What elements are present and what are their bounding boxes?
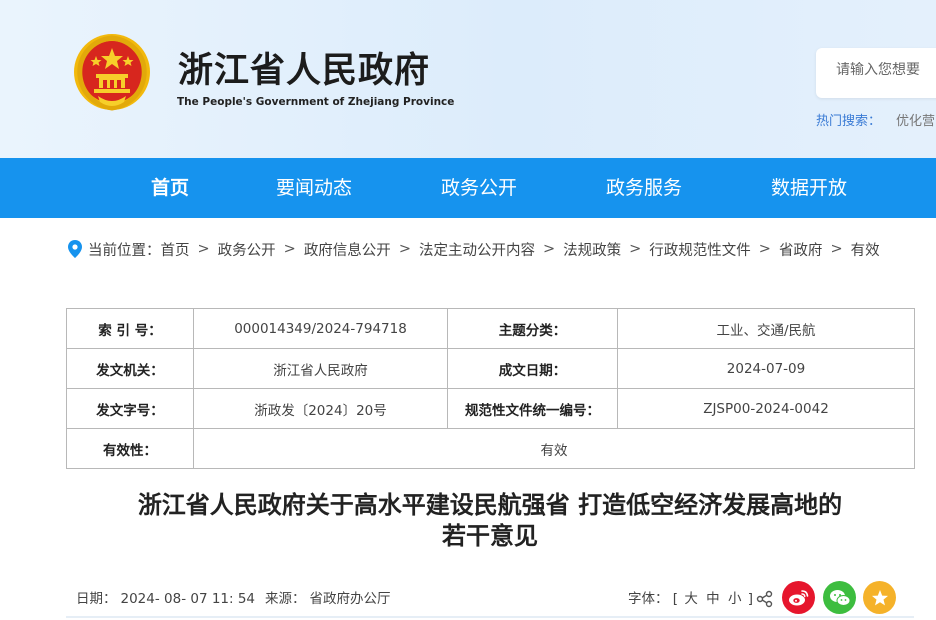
font-size-switcher: 字体： [ 大 中 小 ] [628, 587, 753, 607]
nav-item-news[interactable]: 要闻动态 [276, 158, 352, 218]
date-label: 日期： [76, 591, 117, 607]
validity-label: 有效性： [66, 428, 194, 469]
index-number-value: 000014349/2024-794718 [193, 308, 448, 349]
breadcrumb-normative-docs[interactable]: 行政规范性文件 [649, 239, 751, 260]
breadcrumb-separator: > [197, 241, 210, 257]
article-title-line-2: 若干意见 [442, 522, 538, 550]
wechat-icon [829, 589, 850, 606]
breadcrumb-gov-affairs-public[interactable]: 政务公开 [218, 239, 276, 260]
breadcrumb: 当前位置： 首页 > 政务公开 > 政府信息公开 > 法定主动公开内容 > 法规… [68, 238, 880, 260]
unified-code-label: 规范性文件统一编号： [447, 388, 618, 429]
table-row: 发文机关： 浙江省人民政府 成文日期： 2024-07-09 [66, 348, 915, 389]
site-title[interactable]: 浙江省人民政府 [178, 42, 430, 93]
topic-value: 工业、交通/民航 [617, 308, 915, 349]
font-size-medium-button[interactable]: 中 [706, 591, 720, 607]
table-row: 有效性： 有效 [66, 428, 915, 469]
breadcrumb-separator: > [830, 241, 843, 257]
written-date-label: 成文日期： [447, 348, 618, 389]
breadcrumb-separator: > [542, 241, 556, 257]
source-value: 省政府办公厅 [309, 591, 391, 607]
site-header: 浙江省人民政府 The People's Government of Zheji… [0, 0, 936, 158]
favorite-button[interactable] [863, 581, 896, 614]
index-number-label: 索 引 号： [66, 308, 194, 349]
nav-item-home[interactable]: 首页 [151, 158, 189, 218]
article-title: 浙江省人民政府关于高水平建设民航强省 打造低空经济发展高地的 若干意见 [66, 490, 914, 552]
issuer-label: 发文机关： [66, 348, 194, 389]
national-emblem-icon[interactable] [72, 32, 152, 112]
issuer-value: 浙江省人民政府 [193, 348, 448, 389]
breadcrumb-prefix: 当前位置： [88, 242, 161, 259]
breadcrumb-home[interactable]: 首页 [161, 239, 190, 260]
article-meta: 日期： 2024- 08- 07 11: 54 来源： 省政府办公厅 [76, 587, 395, 607]
main-nav: 首页 要闻动态 政务公开 政务服务 数据开放 [0, 158, 936, 218]
unified-code-value: ZJSP00-2024-0042 [617, 388, 915, 429]
validity-value: 有效 [193, 428, 915, 469]
article-title-line-1: 浙江省人民政府关于高水平建设民航强省 打造低空经济发展高地的 [137, 491, 843, 519]
search-input[interactable] [836, 62, 936, 78]
source-label: 来源： [265, 591, 306, 607]
hot-search-item[interactable]: 优化营 [896, 110, 935, 129]
breadcrumb-separator: > [758, 241, 771, 257]
breadcrumb-regulations[interactable]: 法规政策 [563, 239, 621, 260]
location-pin-icon [68, 240, 82, 258]
font-size-small-button[interactable]: 小 [728, 591, 742, 607]
document-info-table: 索 引 号： 000014349/2024-794718 主题分类： 工业、交通… [66, 308, 915, 469]
search-box [816, 48, 936, 98]
weibo-icon [788, 589, 808, 605]
breadcrumb-valid[interactable]: 有效 [851, 239, 880, 260]
wechat-share-button[interactable] [823, 581, 856, 614]
site-subtitle: The People's Government of Zhejiang Prov… [177, 96, 455, 108]
breadcrumb-separator: > [398, 241, 411, 257]
weibo-share-button[interactable] [782, 581, 815, 614]
nav-item-gov-affairs-public[interactable]: 政务公开 [441, 158, 517, 218]
font-size-bracket-open: [ [672, 591, 679, 607]
document-number-value: 浙政发〔2024〕20号 [193, 388, 448, 429]
breadcrumb-separator: > [283, 241, 296, 257]
star-icon [871, 589, 888, 605]
topic-label: 主题分类： [447, 308, 618, 349]
breadcrumb-gov-info-public[interactable]: 政府信息公开 [304, 239, 391, 260]
date-value: 2024- 08- 07 11: 54 [120, 591, 256, 607]
document-number-label: 发文字号： [66, 388, 194, 429]
font-size-large-button[interactable]: 大 [684, 591, 698, 607]
hot-search-label: 热门搜索： [816, 114, 882, 129]
breadcrumb-statutory-content[interactable]: 法定主动公开内容 [419, 239, 535, 260]
nav-item-open-data[interactable]: 数据开放 [771, 158, 847, 218]
breadcrumb-separator: > [629, 241, 642, 257]
table-row: 索 引 号： 000014349/2024-794718 主题分类： 工业、交通… [66, 308, 915, 349]
breadcrumb-provincial-gov[interactable]: 省政府 [779, 239, 823, 260]
font-size-bracket-close: ] [747, 591, 754, 607]
table-row: 发文字号： 浙政发〔2024〕20号 规范性文件统一编号： ZJSP00-202… [66, 388, 915, 429]
share-icon[interactable] [756, 590, 774, 608]
nav-item-gov-services[interactable]: 政务服务 [606, 158, 682, 218]
written-date-value: 2024-07-09 [617, 348, 915, 389]
font-size-label: 字体： [628, 591, 669, 607]
divider [66, 616, 914, 618]
